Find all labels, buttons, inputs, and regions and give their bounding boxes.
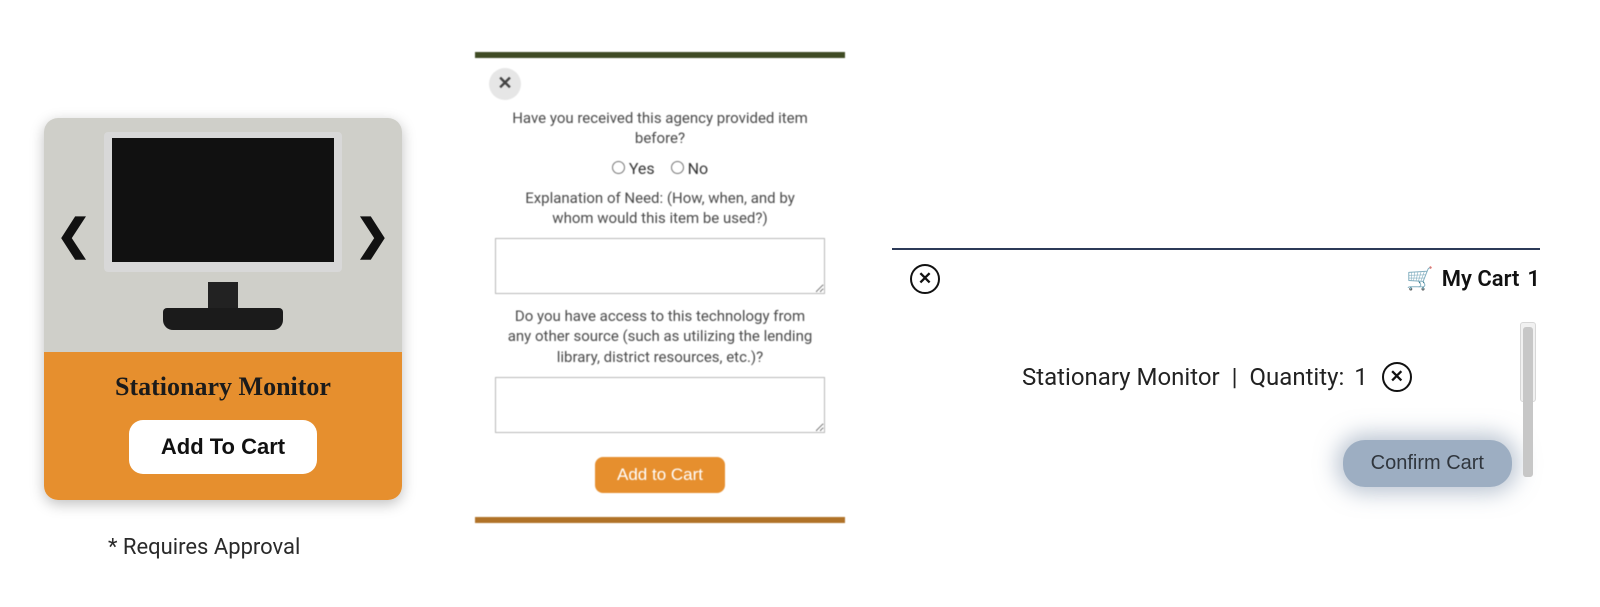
radio-group-prior: Yes No [495,159,825,178]
modal-add-to-cart-button[interactable]: Add to Cart [595,457,725,493]
product-title: Stationary Monitor [62,372,384,402]
radio-yes-label: Yes [629,159,655,178]
remove-item-icon[interactable]: ✕ [1382,362,1412,392]
chevron-left-icon[interactable]: ❮ [56,210,91,260]
scrollbar[interactable] [1520,322,1536,402]
product-card: ❮ ❯ Stationary Monitor Add To Cart [44,118,402,500]
radio-no[interactable]: No [671,159,709,178]
chevron-right-icon[interactable]: ❯ [355,210,390,260]
cart-popout: ✕ 🛒 My Cart 1 Stationary Monitor | Quant… [892,248,1540,392]
requires-approval-note: * Requires Approval [108,535,300,560]
cart-label: My Cart [1442,267,1520,292]
question-explanation: Explanation of Need: (How, when, and by … [505,188,815,229]
question-prior-received: Have you received this agency provided i… [505,108,815,149]
separator: | [1232,363,1238,391]
explanation-textarea[interactable] [495,238,825,294]
cart-item-name: Stationary Monitor [1022,363,1220,391]
quantity-value: 1 [1354,363,1368,391]
confirm-cart-button[interactable]: Confirm Cart [1343,440,1512,487]
cart-count: 1 [1527,267,1540,292]
other-access-textarea[interactable] [495,377,825,433]
radio-yes[interactable]: Yes [612,159,655,178]
cart-line-item: Stationary Monitor | Quantity: 1 ✕ [892,362,1540,392]
cart-header: ✕ 🛒 My Cart 1 [892,250,1540,294]
radio-no-label: No [688,159,709,178]
cart-title[interactable]: 🛒 My Cart 1 [1406,267,1540,292]
add-to-cart-button[interactable]: Add To Cart [129,420,317,474]
cart-icon: 🛒 [1406,267,1433,292]
close-cart-icon[interactable]: ✕ [910,264,940,294]
product-image: ❮ ❯ [44,118,402,352]
close-icon[interactable]: ✕ [489,68,521,100]
question-other-access: Do you have access to this technology fr… [505,306,815,367]
monitor-illustration [104,132,342,332]
quantity-label: Quantity: [1250,363,1345,391]
add-item-modal: ✕ Have you received this agency provided… [475,52,845,523]
product-card-body: Stationary Monitor Add To Cart [44,352,402,500]
